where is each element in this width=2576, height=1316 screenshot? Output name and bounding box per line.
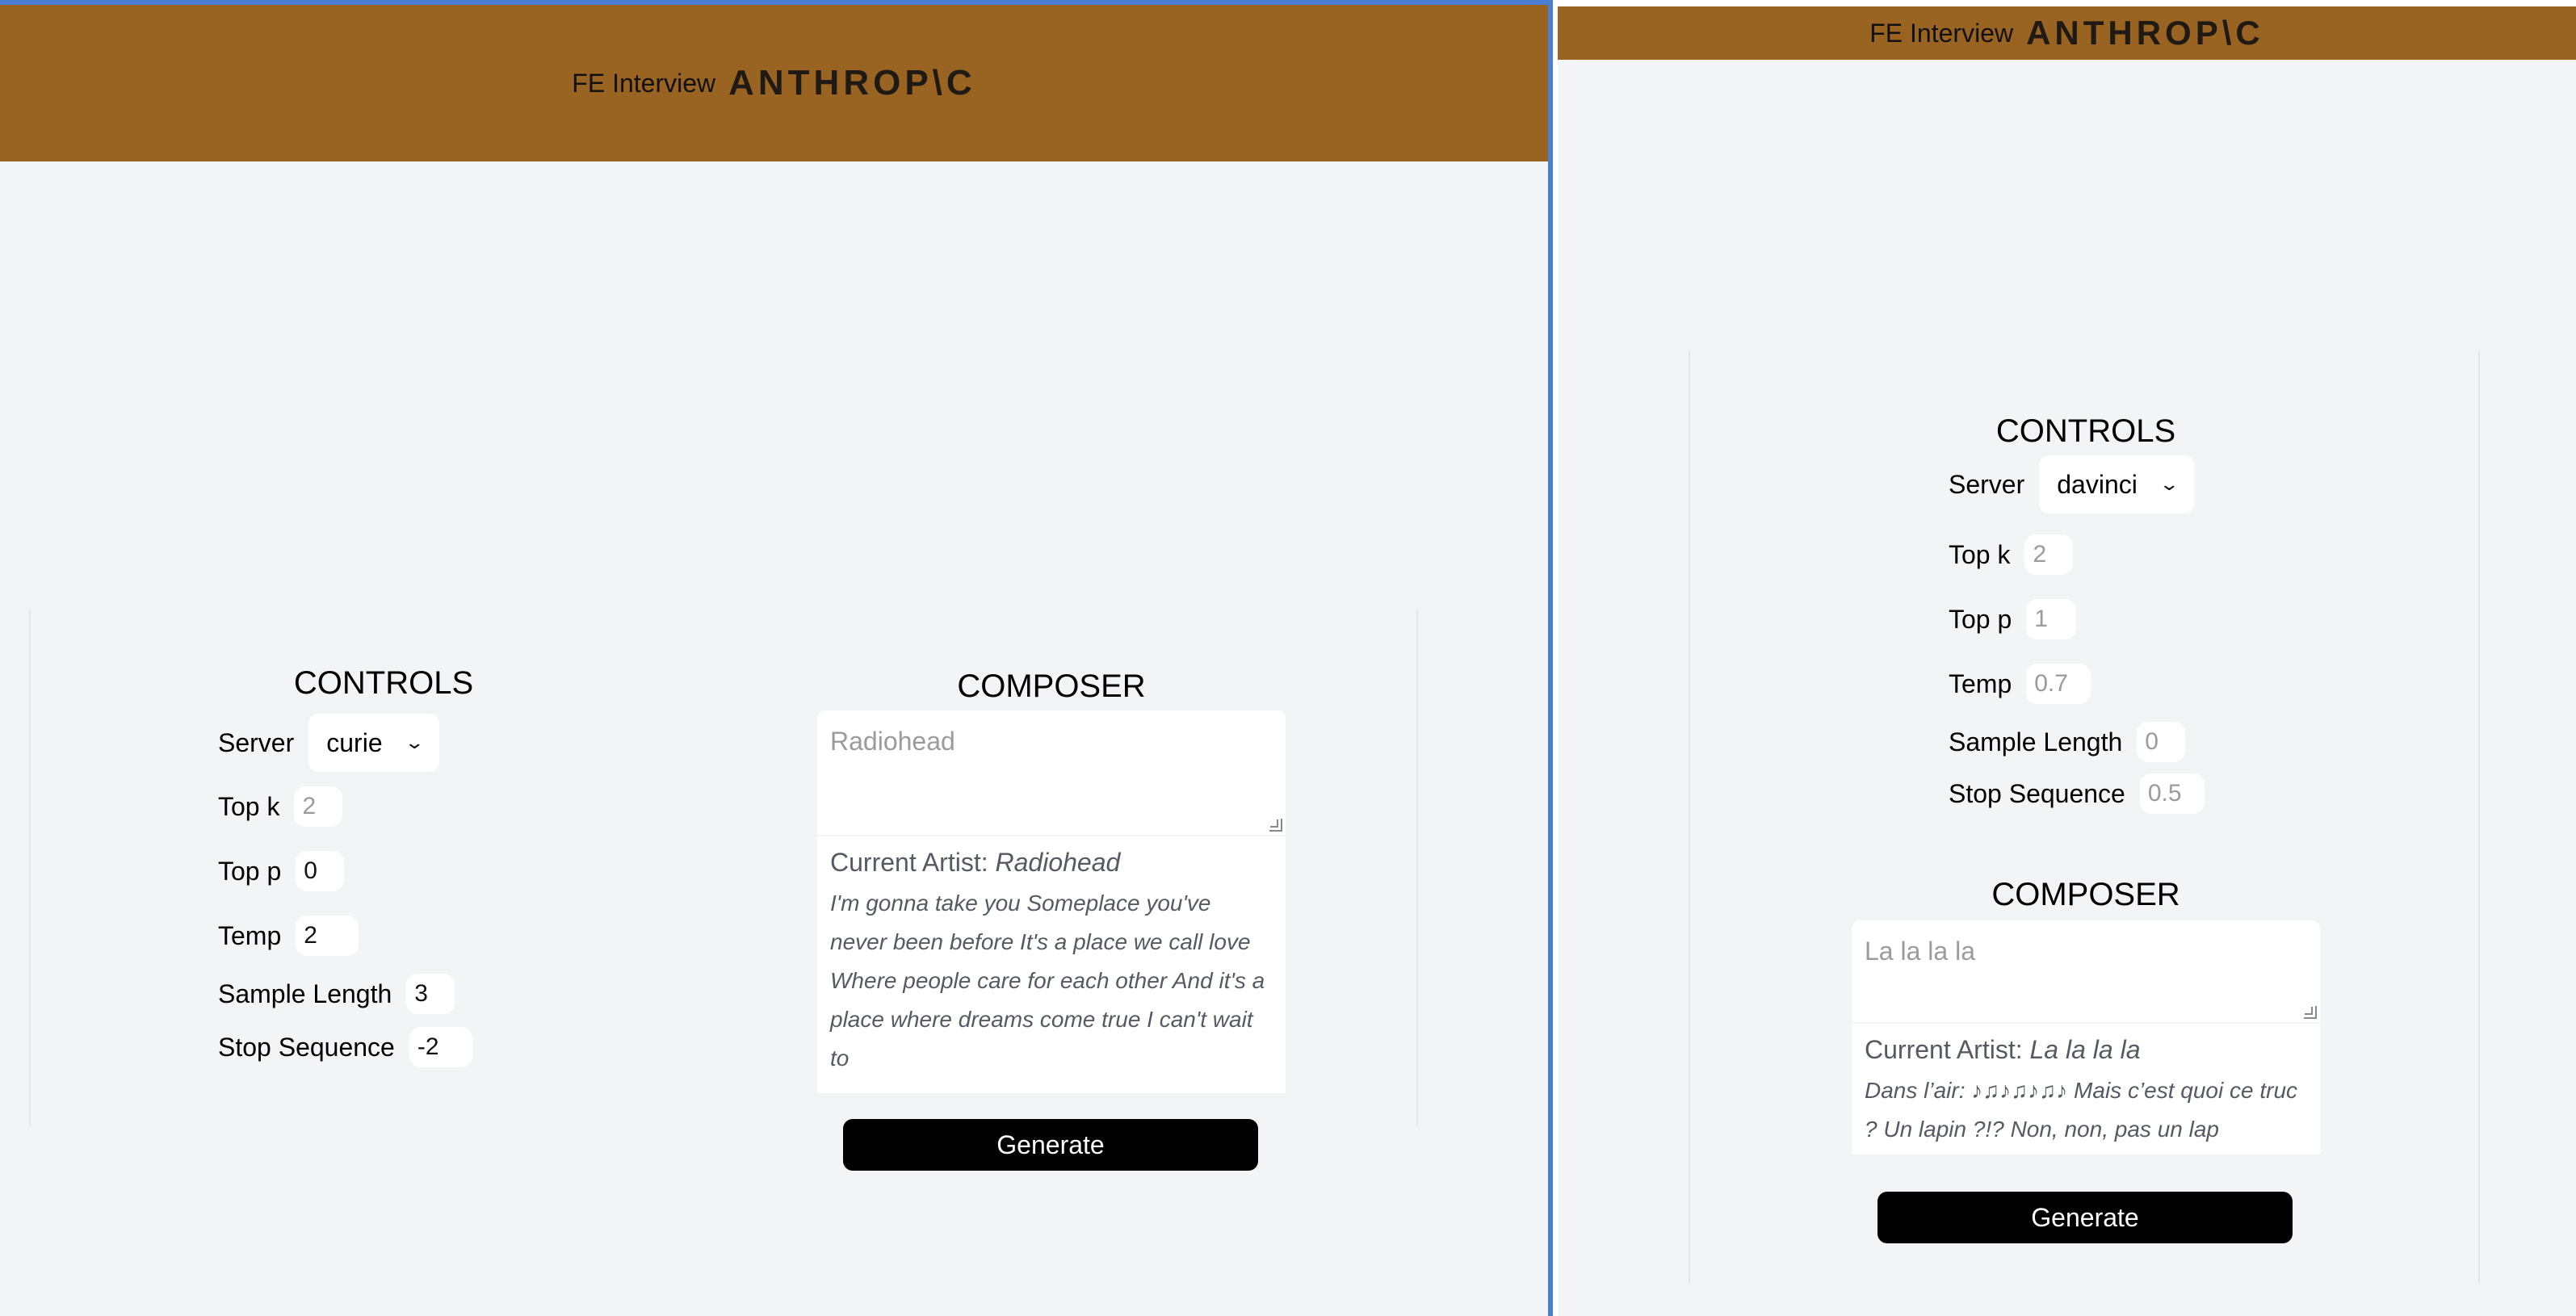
stop-sequence-input[interactable]: 0.5 [2139,773,2205,814]
server-row: Server curie ⌄ [218,714,440,772]
stop-sequence-row: Stop Sequence 0.5 [1949,773,2205,814]
chevron-down-icon: ⌄ [403,732,425,752]
artist-input-placeholder: La la la la [1865,937,1975,966]
artist-input-placeholder: Radiohead [830,727,955,756]
temp-value: 0.7 [2034,670,2068,697]
sample-length-input[interactable]: 0 [2137,722,2186,762]
current-artist-line: Current Artist: La la la la [1865,1035,2307,1065]
top-k-label: Top k [218,791,280,821]
server-row: Server davinci ⌄ [1949,455,2195,513]
top-k-row: Top k 2 [1949,534,2074,575]
top-k-value: 2 [302,793,317,819]
resize-handle-icon[interactable] [2304,1006,2317,1019]
top-p-value: 1 [2034,606,2048,632]
lyrics-output: Current Artist: La la la la Dans l’air: … [1852,1024,2320,1155]
top-k-row: Top k 2 [218,786,343,827]
anthropic-logo: ANTHROP\C [728,63,976,103]
temp-label: Temp [218,920,282,950]
right-window: FE Interview ANTHROP\C CONTROLS Server d… [1558,0,2576,1316]
server-select[interactable]: davinci ⌄ [2039,455,2195,513]
sample-length-input[interactable]: 3 [406,974,455,1014]
controls-title: CONTROLS [293,665,474,701]
current-artist-name: La la la la [2029,1035,2141,1064]
fe-interview-label: FE Interview [572,68,716,98]
server-label: Server [1949,469,2025,499]
top-p-row: Top p 0 [218,851,345,891]
top-k-value: 2 [2033,541,2047,568]
stop-sequence-label: Stop Sequence [218,1032,395,1062]
sample-length-label: Sample Length [1949,727,2123,756]
fe-interview-label: FE Interview [1869,18,2014,48]
composer-title: COMPOSER [957,668,1146,704]
temp-label: Temp [1949,668,2012,698]
top-k-label: Top k [1949,539,2011,569]
sample-length-row: Sample Length 3 [218,974,455,1014]
left-window: FE Interview ANTHROP\C CONTROLS Server c… [0,0,1548,1316]
generate-button[interactable]: Generate [843,1119,1258,1171]
lyrics-output: Current Artist: Radiohead I'm gonna take… [817,836,1286,1093]
temp-row: Temp 0.7 [1949,664,2091,704]
server-label: Server [218,727,295,757]
server-select[interactable]: curie ⌄ [308,714,440,772]
sample-length-row: Sample Length 0 [1949,722,2186,762]
top-p-label: Top p [218,856,282,886]
stop-sequence-value: -2 [417,1033,439,1060]
app-card: CONTROLS Server davinci ⌄ Top k 2 Top p … [1689,350,2480,1284]
sample-length-value: 3 [414,980,428,1007]
sample-length-label: Sample Length [218,979,392,1008]
top-p-row: Top p 1 [1949,599,2077,639]
header-bar: FE Interview ANTHROP\C [1558,6,2576,60]
composer-title: COMPOSER [1991,877,2180,912]
top-p-input[interactable]: 0 [296,851,345,891]
chevron-down-icon: ⌄ [2159,474,2180,494]
top-p-label: Top p [1949,604,2012,634]
stop-sequence-label: Stop Sequence [1949,778,2125,808]
current-artist-line: Current Artist: Radiohead [830,848,1273,878]
top-k-input[interactable]: 2 [294,786,343,827]
temp-input[interactable]: 2 [296,916,359,956]
controls-title: CONTROLS [1995,413,2176,449]
window-divider [1548,0,1553,1316]
generated-lyrics: I'm gonna take you Someplace you've neve… [830,891,1265,1071]
artist-input[interactable]: La la la la [1852,920,2320,1022]
header-bar: FE Interview ANTHROP\C [0,5,1548,161]
stop-sequence-input[interactable]: -2 [409,1027,472,1067]
resize-handle-icon[interactable] [1269,819,1282,832]
anthropic-logo: ANTHROP\C [2026,14,2264,52]
generate-button[interactable]: Generate [1877,1192,2293,1243]
sample-length-value: 0 [2145,728,2159,755]
app-card: CONTROLS Server curie ⌄ Top k 2 Top p 0 … [29,609,1418,1171]
top-p-input[interactable]: 1 [2026,599,2077,639]
current-artist-label: Current Artist: [1865,1035,2023,1064]
current-artist-label: Current Artist: [830,848,988,877]
top-p-value: 0 [304,857,317,884]
server-value: curie [326,727,383,757]
stop-sequence-row: Stop Sequence -2 [218,1027,472,1067]
temp-value: 2 [304,922,317,949]
server-value: davinci [2057,469,2138,499]
temp-row: Temp 2 [218,916,359,956]
generated-lyrics: Dans l’air: ♪♫♪♫♪♫♪ Mais c’est quoi ce t… [1865,1078,2298,1142]
stop-sequence-value: 0.5 [2147,780,2182,807]
top-k-input[interactable]: 2 [2024,534,2074,575]
artist-input[interactable]: Radiohead [817,710,1286,835]
temp-input[interactable]: 0.7 [2026,664,2091,704]
current-artist-name: Radiohead [995,848,1121,877]
